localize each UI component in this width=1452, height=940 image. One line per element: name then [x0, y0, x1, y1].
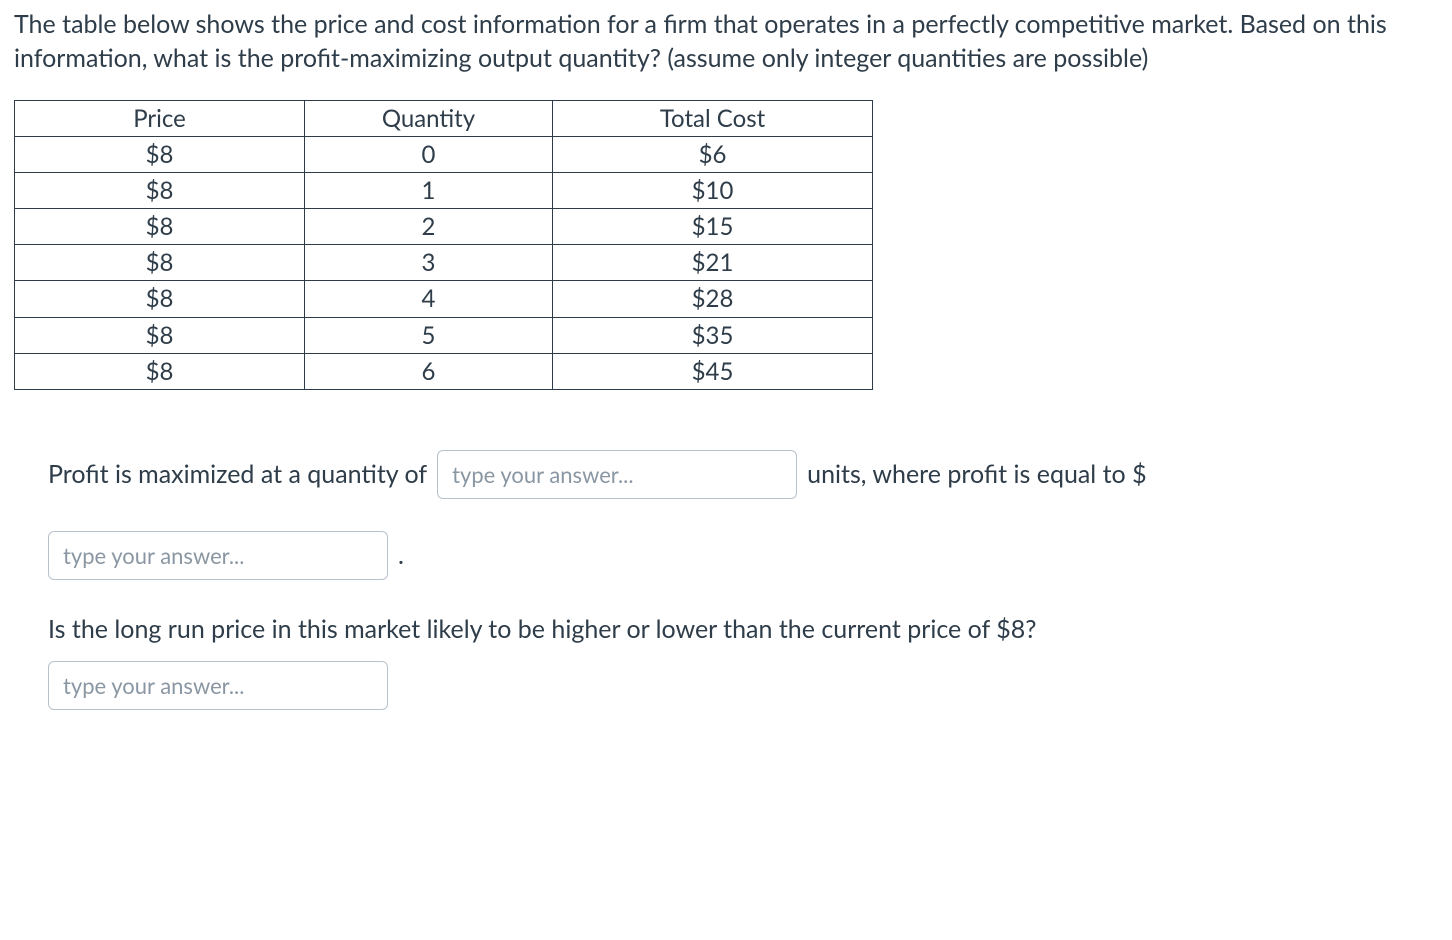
quantity-input[interactable] [437, 450, 797, 499]
table-row: $8 4 $28 [15, 281, 873, 317]
cell-quantity: 3 [305, 245, 553, 281]
cell-quantity: 4 [305, 281, 553, 317]
cell-total-cost: $6 [553, 136, 873, 172]
cell-total-cost: $28 [553, 281, 873, 317]
cell-price: $8 [15, 317, 305, 353]
answer-block: Profit is maximized at a quantity of uni… [14, 450, 1438, 710]
cell-price: $8 [15, 136, 305, 172]
long-run-price-input[interactable] [48, 661, 388, 710]
data-table: Price Quantity Total Cost $8 0 $6 $8 1 $… [14, 100, 873, 391]
cell-quantity: 1 [305, 172, 553, 208]
table-row: $8 0 $6 [15, 136, 873, 172]
cell-quantity: 5 [305, 317, 553, 353]
cell-total-cost: $15 [553, 209, 873, 245]
cell-total-cost: $10 [553, 172, 873, 208]
cell-quantity: 0 [305, 136, 553, 172]
answer-text-prefix: Profit is maximized at a quantity of [48, 457, 427, 492]
cell-total-cost: $21 [553, 245, 873, 281]
header-price: Price [15, 100, 305, 136]
answer-text-suffix: units, where profit is equal to $ [807, 457, 1146, 492]
question-2-text: Is the long run price in this market lik… [48, 612, 1404, 647]
answer-line-3 [48, 661, 1404, 710]
table-header-row: Price Quantity Total Cost [15, 100, 873, 136]
answer-line-2: . [48, 531, 1404, 580]
cell-quantity: 6 [305, 353, 553, 389]
cell-price: $8 [15, 281, 305, 317]
table-row: $8 5 $35 [15, 317, 873, 353]
question-text: The table below shows the price and cost… [14, 8, 1438, 76]
header-total-cost: Total Cost [553, 100, 873, 136]
cell-total-cost: $35 [553, 317, 873, 353]
cell-price: $8 [15, 209, 305, 245]
table-row: $8 3 $21 [15, 245, 873, 281]
cell-quantity: 2 [305, 209, 553, 245]
table-row: $8 6 $45 [15, 353, 873, 389]
table-row: $8 2 $15 [15, 209, 873, 245]
cell-price: $8 [15, 172, 305, 208]
answer-line-1: Profit is maximized at a quantity of uni… [48, 450, 1404, 499]
cell-total-cost: $45 [553, 353, 873, 389]
cell-price: $8 [15, 353, 305, 389]
header-quantity: Quantity [305, 100, 553, 136]
cell-price: $8 [15, 245, 305, 281]
profit-input[interactable] [48, 531, 388, 580]
period-text: . [398, 538, 404, 573]
table-row: $8 1 $10 [15, 172, 873, 208]
